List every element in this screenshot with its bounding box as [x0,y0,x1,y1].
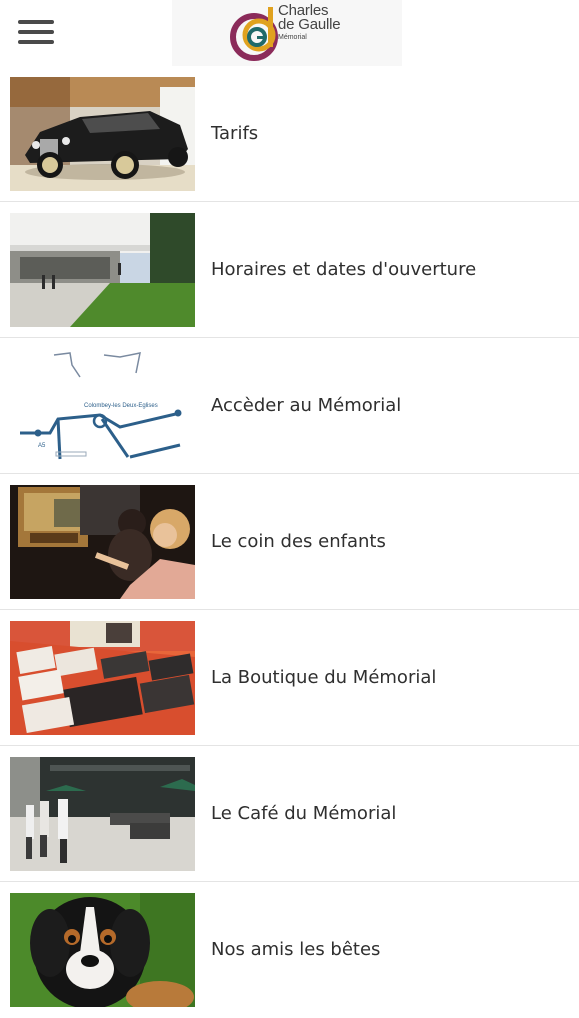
map-town-label: Colombey-les Deux-Eglises [84,403,158,409]
cdg-logo-icon [230,7,278,61]
vintage-car-photo [10,77,195,191]
item-label-enfants: Le coin des enfants [211,531,386,552]
list-item-enfants[interactable]: Le coin des enfants [0,474,579,610]
list-item-horaires[interactable]: Horaires et dates d'ouverture [0,202,579,338]
list-item-tarifs[interactable]: Tarifs [0,66,579,202]
item-label-cafe: Le Café du Mémorial [211,803,397,824]
cafe-terrace-photo [10,757,195,871]
access-map-photo: Colombey-les Deux-Eglises A5 [10,349,195,463]
logo-line-2: de Gaulle [278,16,341,33]
app-header: Charles de Gaulle Mémorial [0,0,579,66]
hamburger-menu-icon[interactable] [16,16,56,48]
list-item-cafe[interactable]: Le Café du Mémorial [0,746,579,882]
gift-shop-books-photo [10,621,195,735]
item-label-horaires: Horaires et dates d'ouverture [211,259,477,280]
memorial-logo[interactable]: Charles de Gaulle Mémorial [172,0,402,66]
list-item-boutique[interactable]: La Boutique du Mémorial [0,610,579,746]
item-label-boutique: La Boutique du Mémorial [211,667,437,688]
list-item-animaux[interactable]: Nos amis les bêtes [0,882,579,1018]
map-road-label: A5 [38,443,46,449]
logo-text: Charles de Gaulle Mémorial [278,3,341,42]
item-label-acceder: Accèder au Mémorial [211,395,402,416]
item-label-tarifs: Tarifs [211,123,259,144]
children-exhibit-photo [10,485,195,599]
memorial-building-photo [10,213,195,327]
logo-line-3: Mémorial [278,34,307,41]
menu-list: Tarifs Horaires et dates d'ouverture Col… [0,66,579,1018]
bernese-dog-photo [10,893,195,1007]
item-label-animaux: Nos amis les bêtes [211,939,381,960]
list-item-acceder[interactable]: Colombey-les Deux-Eglises A5 Accèder au … [0,338,579,474]
